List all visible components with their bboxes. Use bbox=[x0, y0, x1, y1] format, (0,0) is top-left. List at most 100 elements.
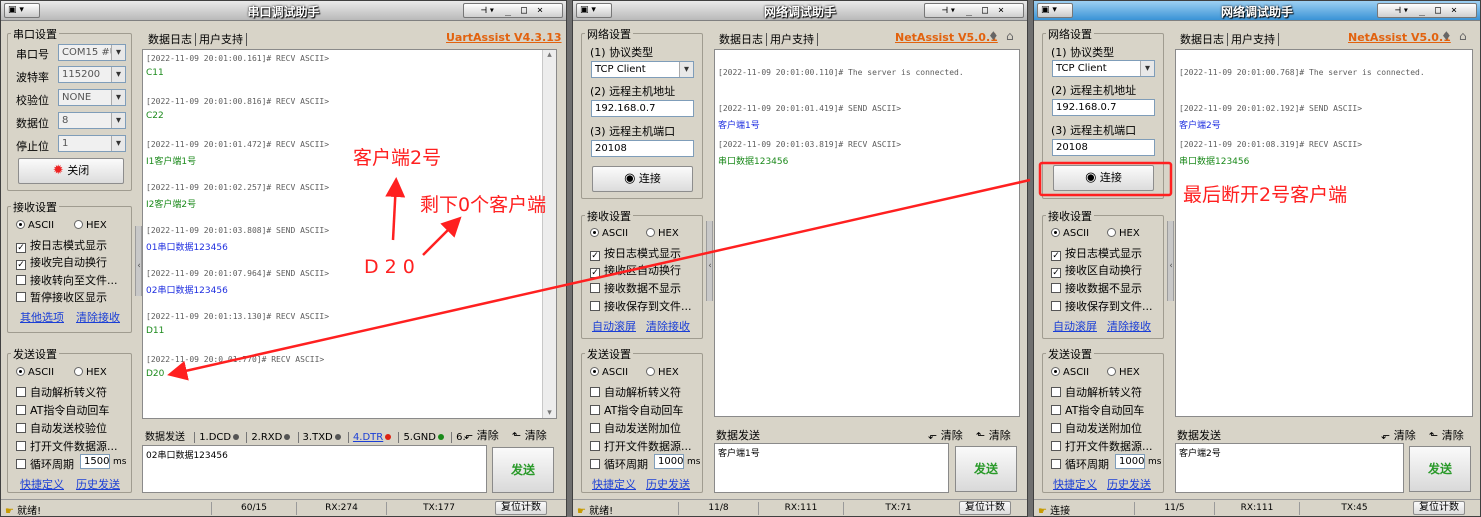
pin-dtr[interactable]: 4.DTR bbox=[347, 432, 396, 443]
send-at-cr-checkbox[interactable]: AT指令自动回车 bbox=[16, 402, 109, 418]
recv-log-mode-checkbox[interactable]: ✓ 按日志模式显示 bbox=[590, 245, 681, 261]
pin-dcd[interactable]: 1.DCD bbox=[194, 432, 244, 443]
send-input[interactable]: 客户端2号 bbox=[1175, 443, 1404, 493]
connect-button[interactable]: ◉ 连接 bbox=[592, 166, 693, 192]
clear-all-button[interactable]: ⬑ 清除 bbox=[512, 427, 547, 443]
quick-define-link[interactable]: 快捷定义 bbox=[592, 476, 636, 492]
more-options-link[interactable]: 其他选项 bbox=[20, 309, 64, 325]
pin-rxd[interactable]: 2.RXD bbox=[246, 432, 295, 443]
send-history-link[interactable]: 历史发送 bbox=[646, 476, 690, 492]
tab-user-support[interactable]: 用户支持 bbox=[1228, 33, 1279, 46]
protocol-select[interactable]: TCP Client bbox=[1052, 60, 1155, 77]
send-button[interactable]: 发送 bbox=[955, 446, 1017, 492]
send-hex-radio[interactable]: HEX bbox=[1107, 367, 1140, 378]
send-tab[interactable]: 数据发送 bbox=[145, 432, 185, 443]
reset-count-button[interactable]: 复位计数 bbox=[495, 501, 547, 515]
baud-select[interactable]: 115200 bbox=[58, 66, 126, 83]
auto-scroll-link[interactable]: 自动滚屏 bbox=[1053, 318, 1097, 334]
auto-scroll-link[interactable]: 自动滚屏 bbox=[592, 318, 636, 334]
send-escape-checkbox[interactable]: 自动解析转义符 bbox=[590, 384, 681, 400]
panel-splitter[interactable] bbox=[1167, 221, 1174, 301]
protocol-select[interactable]: TCP Client bbox=[591, 61, 694, 78]
app-brand[interactable]: NetAssist V5.0.1 bbox=[1348, 31, 1451, 44]
clear-send-button[interactable]: ⬐ 清除 bbox=[464, 427, 499, 443]
recv-auto-newline-checkbox[interactable]: ✓ 接收完自动换行 bbox=[16, 254, 107, 270]
title-bar[interactable]: ▣ ▾ 网络调试助手 ⊣▾ _ □ × bbox=[1034, 1, 1480, 21]
send-hex-radio[interactable]: HEX bbox=[646, 367, 679, 378]
panel-splitter[interactable] bbox=[135, 226, 142, 296]
tab-data-log[interactable]: 数据日志 bbox=[716, 33, 767, 46]
quick-define-link[interactable]: 快捷定义 bbox=[1053, 476, 1097, 492]
send-hex-radio[interactable]: HEX bbox=[74, 367, 107, 378]
receive-log[interactable]: [2022-11-09 20:01:00.161]# RECV ASCII> C1… bbox=[142, 49, 557, 419]
pin-txd[interactable]: 3.TXD bbox=[297, 432, 345, 443]
recv-save-file-checkbox[interactable]: 接收保存到文件... bbox=[590, 298, 692, 314]
close-port-button[interactable]: ✹ 关闭 bbox=[18, 158, 124, 184]
recv-hide-checkbox[interactable]: 接收数据不显示 bbox=[1051, 280, 1142, 296]
receive-log[interactable]: [2022-11-09 20:01:00.110]# The server is… bbox=[714, 49, 1020, 417]
clear-receive-link[interactable]: 清除接收 bbox=[646, 318, 690, 334]
clear-send-button[interactable]: ⬐ 清除 bbox=[928, 427, 963, 443]
tab-data-log[interactable]: 数据日志 bbox=[145, 33, 196, 46]
remote-host-input[interactable]: 192.168.0.7 bbox=[1052, 99, 1155, 116]
send-ascii-radio[interactable]: ASCII bbox=[1051, 367, 1089, 378]
recv-ascii-radio[interactable]: ASCII bbox=[1051, 228, 1089, 239]
bell-icon[interactable]: ⌂ bbox=[1459, 29, 1467, 43]
recv-auto-newline-checkbox[interactable]: ✓ 接收区自动换行 bbox=[1051, 262, 1142, 278]
send-cycle-checkbox[interactable]: 循环周期 bbox=[590, 456, 648, 472]
recv-hex-radio[interactable]: HEX bbox=[1107, 228, 1140, 239]
reset-count-button[interactable]: 复位计数 bbox=[1413, 501, 1465, 515]
send-input[interactable]: 客户端1号 bbox=[714, 443, 949, 493]
clear-receive-link[interactable]: 清除接收 bbox=[76, 309, 120, 325]
bell-icon[interactable]: ⌂ bbox=[1006, 29, 1014, 43]
recv-pause-checkbox[interactable]: 暂停接收区显示 bbox=[16, 289, 107, 305]
clear-all-button[interactable]: ⬑ 清除 bbox=[976, 427, 1011, 443]
quick-define-link[interactable]: 快捷定义 bbox=[20, 476, 64, 492]
recv-hide-checkbox[interactable]: 接收数据不显示 bbox=[590, 280, 681, 296]
app-brand[interactable]: NetAssist V5.0.1 bbox=[895, 31, 998, 44]
send-at-cr-checkbox[interactable]: AT指令自动回车 bbox=[590, 402, 683, 418]
window-controls[interactable]: ⊣▾ _ □ × bbox=[924, 3, 1024, 18]
send-cycle-checkbox[interactable]: 循环周期 bbox=[16, 456, 74, 472]
recv-to-file-checkbox[interactable]: 接收转向至文件... bbox=[16, 272, 118, 288]
send-append-checkbox[interactable]: 自动发送附加位 bbox=[590, 420, 681, 436]
send-file-source-checkbox[interactable]: 打开文件数据源... bbox=[1051, 438, 1153, 454]
recv-hex-radio[interactable]: HEX bbox=[74, 220, 107, 231]
remote-host-input[interactable]: 192.168.0.7 bbox=[591, 100, 694, 117]
clear-all-button[interactable]: ⬑ 清除 bbox=[1429, 427, 1464, 443]
send-input[interactable]: 02串口数据123456 bbox=[142, 445, 487, 493]
clear-send-button[interactable]: ⬐ 清除 bbox=[1381, 427, 1416, 443]
connect-button[interactable]: ◉ 连接 bbox=[1053, 165, 1154, 191]
send-file-source-checkbox[interactable]: 打开文件数据源... bbox=[590, 438, 692, 454]
tab-data-log[interactable]: 数据日志 bbox=[1177, 33, 1228, 46]
send-tab[interactable]: 数据发送 bbox=[1177, 427, 1221, 443]
clear-receive-link[interactable]: 清除接收 bbox=[1107, 318, 1151, 334]
panel-splitter[interactable] bbox=[706, 221, 713, 301]
diamond-icon[interactable]: ♦ bbox=[1441, 29, 1452, 43]
recv-log-mode-checkbox[interactable]: ✓ 按日志模式显示 bbox=[16, 237, 107, 253]
recv-ascii-radio[interactable]: ASCII bbox=[590, 228, 628, 239]
stopbits-select[interactable]: 1 bbox=[58, 135, 126, 152]
remote-port-input[interactable]: 20108 bbox=[591, 140, 694, 157]
send-checksum-checkbox[interactable]: 自动发送校验位 bbox=[16, 420, 107, 436]
port-select[interactable]: COM15 #US bbox=[58, 44, 126, 61]
recv-hex-radio[interactable]: HEX bbox=[646, 228, 679, 239]
title-bar[interactable]: ▣ ▾ 网络调试助手 ⊣▾ _ □ × bbox=[573, 1, 1027, 21]
recv-save-file-checkbox[interactable]: 接收保存到文件... bbox=[1051, 298, 1153, 314]
cycle-period-input[interactable]: 1500 bbox=[80, 454, 110, 469]
send-escape-checkbox[interactable]: 自动解析转义符 bbox=[1051, 384, 1142, 400]
send-escape-checkbox[interactable]: 自动解析转义符 bbox=[16, 384, 107, 400]
cycle-period-input[interactable]: 1000 bbox=[654, 454, 684, 469]
send-history-link[interactable]: 历史发送 bbox=[76, 476, 120, 492]
receive-log[interactable]: [2022-11-09 20:01:00.768]# The server is… bbox=[1175, 49, 1473, 417]
window-controls[interactable]: ⊣▾ _ □ × bbox=[1377, 3, 1477, 18]
window-controls[interactable]: ⊣▾ _ □ × bbox=[463, 3, 563, 18]
log-scrollbar[interactable] bbox=[542, 50, 556, 418]
tab-user-support[interactable]: 用户支持 bbox=[767, 33, 818, 46]
databits-select[interactable]: 8 bbox=[58, 112, 126, 129]
cycle-period-input[interactable]: 1000 bbox=[1115, 454, 1145, 469]
pin-gnd[interactable]: 5.GND bbox=[398, 432, 448, 443]
send-button[interactable]: 发送 bbox=[1409, 446, 1471, 492]
send-at-cr-checkbox[interactable]: AT指令自动回车 bbox=[1051, 402, 1144, 418]
app-brand[interactable]: UartAssist V4.3.13 bbox=[446, 31, 562, 44]
